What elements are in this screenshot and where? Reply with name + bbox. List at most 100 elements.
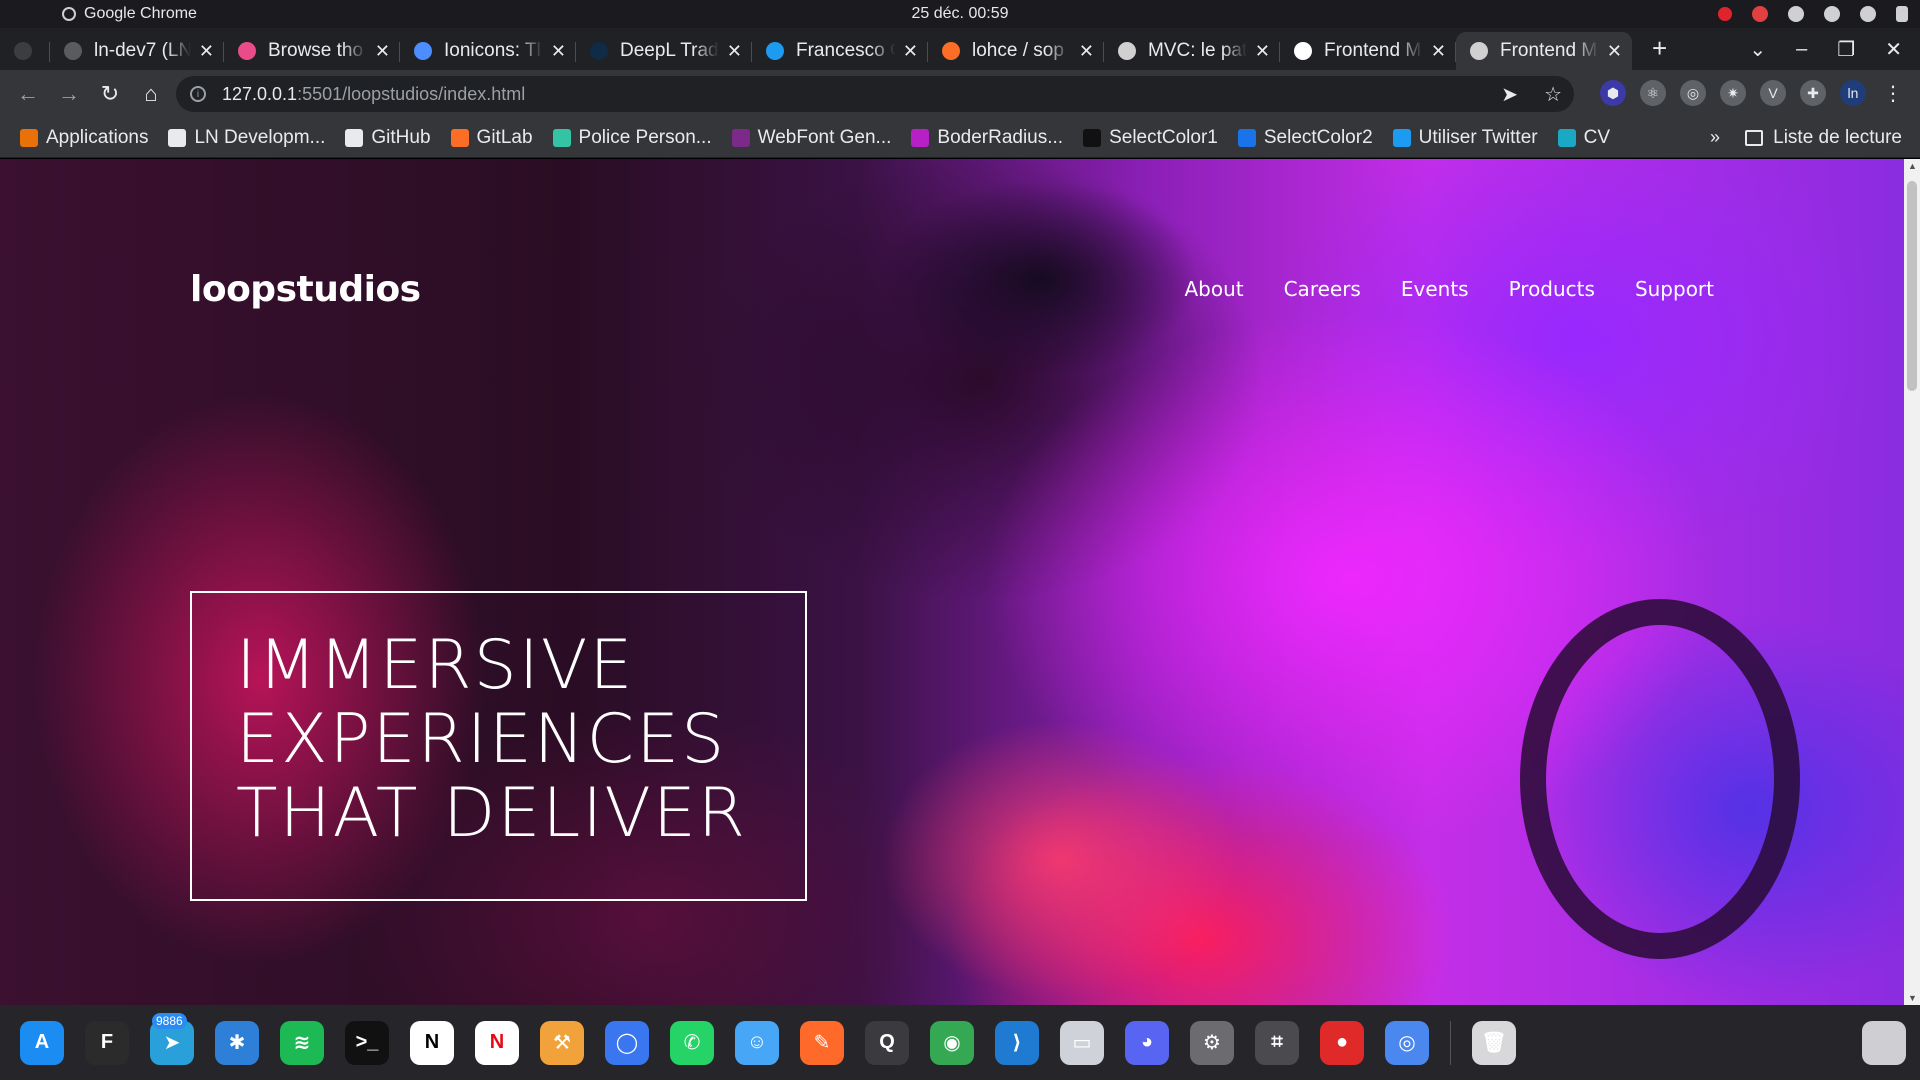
nav-link-products[interactable]: Products xyxy=(1509,277,1595,301)
bookmark-star-icon[interactable]: ☆ xyxy=(1544,82,1562,107)
forward-button[interactable]: → xyxy=(49,74,89,114)
scroll-up-icon[interactable]: ▲ xyxy=(1908,161,1917,171)
tab-2[interactable]: ln-dev7 (LN ✕ xyxy=(50,32,224,70)
utilities-icon[interactable]: ✱ xyxy=(215,1020,259,1065)
tab-4[interactable]: Ionicons: Tl ✕ xyxy=(400,32,576,70)
profile-avatar[interactable]: ln xyxy=(1840,80,1866,106)
terminal-icon[interactable]: >_ xyxy=(345,1020,389,1065)
bookmark-1[interactable]: Applications xyxy=(20,127,148,149)
close-tab-icon[interactable]: ✕ xyxy=(1255,41,1270,62)
extensions-puzzle-icon[interactable]: ✚ xyxy=(1800,80,1826,106)
app-store-icon[interactable]: A xyxy=(20,1020,64,1065)
chrome-icon xyxy=(62,7,76,21)
tab-1[interactable] xyxy=(0,32,50,70)
discord-icon[interactable]: ◕ xyxy=(1125,1020,1169,1065)
bookmark-5[interactable]: Police Person... xyxy=(552,127,712,149)
scrollbar-thumb[interactable] xyxy=(1907,181,1917,391)
telegram-icon[interactable]: ➤ 9886 xyxy=(150,1012,194,1065)
active-app-name[interactable]: Google Chrome xyxy=(62,5,197,23)
close-tab-icon[interactable]: ✕ xyxy=(199,41,214,62)
extension-vue-icon[interactable]: V xyxy=(1760,80,1786,106)
clock[interactable]: 25 déc. 00:59 xyxy=(912,5,1009,23)
close-tab-icon[interactable]: ✕ xyxy=(1607,41,1622,62)
close-tab-icon[interactable]: ✕ xyxy=(551,41,566,62)
chrome-icon[interactable]: ◉ xyxy=(930,1020,974,1065)
tab-8[interactable]: MVC: le pat ✕ xyxy=(1104,32,1280,70)
site-info-icon[interactable]: i xyxy=(190,86,206,102)
nav-link-careers[interactable]: Careers xyxy=(1284,277,1361,301)
reload-button[interactable]: ↻ xyxy=(90,74,130,114)
dock-glyph: ◉ xyxy=(943,1032,961,1054)
close-tab-icon[interactable]: ✕ xyxy=(727,41,742,62)
accessibility-icon[interactable] xyxy=(1788,6,1804,22)
home-button[interactable]: ⌂ xyxy=(131,74,171,114)
tab-10[interactable]: Frontend M ✕ xyxy=(1456,32,1632,70)
maximize-button[interactable]: ❐ xyxy=(1837,37,1855,62)
reading-list-button[interactable]: Liste de lecture xyxy=(1745,127,1902,149)
bookmark-11[interactable]: CV xyxy=(1557,127,1610,149)
signal-icon[interactable]: ◯ xyxy=(605,1020,649,1065)
chrome-canary-icon[interactable]: ◎ xyxy=(1385,1020,1429,1065)
battery-icon[interactable] xyxy=(1896,6,1908,22)
record-icon[interactable]: ● xyxy=(1320,1020,1364,1065)
record-indicator-icon[interactable] xyxy=(1718,7,1732,21)
bookmark-8[interactable]: SelectColor1 xyxy=(1083,127,1218,149)
chrome-menu-icon[interactable]: ⋮ xyxy=(1880,80,1906,106)
bookmark-2[interactable]: LN Developm... xyxy=(168,127,325,149)
wifi-icon[interactable] xyxy=(1824,6,1840,22)
close-tab-icon[interactable]: ✕ xyxy=(1431,41,1446,62)
extension-target-icon[interactable]: ◎ xyxy=(1680,80,1706,106)
volume-icon[interactable] xyxy=(1860,6,1876,22)
tab-6[interactable]: Francesco C ✕ xyxy=(752,32,928,70)
bookmark-9[interactable]: SelectColor2 xyxy=(1237,127,1373,149)
page-scrollbar[interactable]: ▲ ▼ xyxy=(1904,159,1920,1005)
send-to-devices-icon[interactable]: ➤ xyxy=(1501,82,1518,107)
notion-icon[interactable]: N xyxy=(410,1020,454,1065)
pencil-app-icon[interactable]: ✎ xyxy=(800,1020,844,1065)
bookmark-label: WebFont Gen... xyxy=(757,126,892,148)
bookmark-7[interactable]: BoderRadius... xyxy=(911,127,1063,149)
tab-5[interactable]: DeepL Trad ✕ xyxy=(576,32,752,70)
drive-icon[interactable]: ▭ xyxy=(1060,1020,1104,1065)
scroll-down-icon[interactable]: ▼ xyxy=(1908,993,1917,1003)
screenshot-tray-icon[interactable] xyxy=(1752,6,1768,22)
figma-icon[interactable]: F xyxy=(85,1020,129,1065)
launchpad-icon[interactable] xyxy=(1862,1020,1906,1065)
tab-7[interactable]: lohce / sop ✕ xyxy=(928,32,1104,70)
trash-icon[interactable]: 🗑 xyxy=(1472,1020,1516,1065)
address-bar[interactable]: i 127.0.0.1:5501/loopstudios/index.html … xyxy=(176,76,1574,112)
tab-search-icon[interactable]: ⌄ xyxy=(1749,37,1766,62)
site-logo[interactable]: loopstudios xyxy=(190,269,421,310)
whatsapp-icon[interactable]: ✆ xyxy=(670,1020,714,1065)
close-tab-icon[interactable]: ✕ xyxy=(375,41,390,62)
close-window-button[interactable]: ✕ xyxy=(1885,37,1902,62)
bookmark-10[interactable]: Utiliser Twitter xyxy=(1392,127,1538,149)
extension-hex-icon[interactable]: ⬢ xyxy=(1600,80,1626,106)
nav-link-events[interactable]: Events xyxy=(1401,277,1469,301)
extension-react-icon[interactable]: ⚛ xyxy=(1640,80,1666,106)
vscode-icon[interactable]: ⟩ xyxy=(995,1020,1039,1065)
bookmark-3[interactable]: GitHub xyxy=(345,127,431,149)
bookmark-6[interactable]: WebFont Gen... xyxy=(731,126,892,149)
screenshot-icon[interactable]: ⌗ xyxy=(1255,1020,1299,1065)
extension-gear-icon[interactable]: ✷ xyxy=(1720,80,1746,106)
bookmarks-overflow-button[interactable]: » xyxy=(1710,127,1720,148)
minimize-button[interactable]: – xyxy=(1796,38,1807,61)
tab-3[interactable]: Browse tho ✕ xyxy=(224,32,400,70)
hero-image-wheel xyxy=(1520,599,1800,959)
finder-icon[interactable]: ☺ xyxy=(735,1020,779,1065)
netflix-icon[interactable]: N xyxy=(475,1020,519,1065)
close-tab-icon[interactable]: ✕ xyxy=(903,41,918,62)
globe-icon xyxy=(1118,42,1136,60)
bookmark-4[interactable]: GitLab xyxy=(450,127,533,149)
nav-link-about[interactable]: About xyxy=(1184,277,1243,301)
back-button[interactable]: ← xyxy=(8,74,48,114)
new-tab-button[interactable]: + xyxy=(1652,33,1667,64)
close-tab-icon[interactable]: ✕ xyxy=(1079,41,1094,62)
sublime-icon[interactable]: ⚒ xyxy=(540,1020,584,1065)
tab-9[interactable]: Frontend M ✕ xyxy=(1280,32,1456,70)
spotify-icon[interactable]: ≋ xyxy=(280,1020,324,1065)
quicktime-icon[interactable]: Q xyxy=(865,1020,909,1065)
settings-icon[interactable]: ⚙ xyxy=(1190,1020,1234,1065)
nav-link-support[interactable]: Support xyxy=(1635,277,1714,301)
